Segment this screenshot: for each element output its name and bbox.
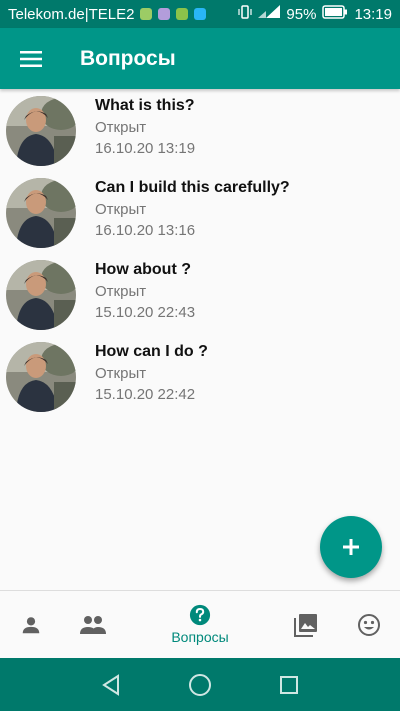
carrier-text: Telekom.de|TELE2 bbox=[8, 5, 135, 23]
menu-button[interactable] bbox=[0, 28, 62, 89]
question-title: How can I do ? bbox=[95, 343, 208, 360]
question-title: What is this? bbox=[95, 97, 195, 114]
recents-square-icon bbox=[280, 676, 298, 694]
question-title: How about ? bbox=[95, 261, 191, 278]
list-item[interactable]: Can I build this carefully? Открыт 16.10… bbox=[0, 171, 400, 253]
nav-item-profile[interactable] bbox=[10, 591, 52, 658]
home-circle-icon bbox=[189, 674, 211, 696]
question-status: Открыт bbox=[95, 119, 147, 136]
question-title: Can I build this carefully? bbox=[95, 179, 290, 196]
avatar bbox=[6, 178, 76, 248]
back-triangle-icon bbox=[102, 674, 119, 696]
person-icon bbox=[22, 616, 40, 633]
add-question-button[interactable] bbox=[320, 516, 382, 578]
home-button[interactable] bbox=[187, 672, 213, 698]
status-bar: Telekom.de|TELE2 95% 13:19 bbox=[0, 0, 400, 28]
question-date: 16.10.20 13:16 bbox=[95, 222, 196, 239]
notification-gallery-icon bbox=[158, 8, 171, 20]
hamburger-menu-icon bbox=[20, 50, 42, 67]
smiley-icon bbox=[358, 613, 380, 636]
question-status: Открыт bbox=[95, 201, 147, 218]
avatar bbox=[6, 260, 76, 330]
nav-item-gallery[interactable] bbox=[285, 591, 327, 658]
notification-app-icon bbox=[176, 8, 189, 20]
back-button[interactable] bbox=[98, 672, 124, 698]
list-item[interactable]: How about ? Открыт 15.10.20 22:43 bbox=[0, 253, 400, 335]
signal-icon bbox=[258, 5, 281, 23]
nav-item-contacts[interactable] bbox=[72, 591, 114, 658]
nav-item-questions[interactable]: Вопросы bbox=[150, 591, 250, 658]
nav-label-questions: Вопросы bbox=[171, 629, 229, 645]
question-status: Открыт bbox=[95, 283, 147, 300]
question-status: Открыт bbox=[95, 365, 147, 382]
avatar bbox=[6, 96, 76, 166]
question-icon bbox=[189, 604, 211, 626]
bluetooth-icon bbox=[194, 8, 207, 20]
question-date: 15.10.20 22:43 bbox=[95, 304, 196, 321]
system-navigation-bar bbox=[0, 658, 400, 711]
photo-library-icon bbox=[294, 613, 317, 637]
people-icon bbox=[80, 615, 106, 634]
list-item[interactable]: What is this? Открыт 16.10.20 13:19 bbox=[0, 89, 400, 171]
avatar bbox=[6, 342, 76, 412]
recents-button[interactable] bbox=[276, 672, 302, 698]
clock: 13:19 bbox=[354, 5, 392, 23]
battery-icon bbox=[322, 5, 348, 23]
question-list: What is this? Открыт 16.10.20 13:19 Can … bbox=[0, 89, 400, 417]
list-item[interactable]: How can I do ? Открыт 15.10.20 22:42 bbox=[0, 335, 400, 417]
vibrate-icon bbox=[238, 5, 253, 23]
question-date: 15.10.20 22:42 bbox=[95, 386, 196, 403]
app-bar: Вопросы bbox=[0, 28, 400, 89]
bottom-navigation: Вопросы bbox=[0, 590, 400, 658]
page-title: Вопросы bbox=[80, 46, 176, 70]
battery-percent: 95% bbox=[286, 5, 317, 23]
nav-item-emoji[interactable] bbox=[348, 591, 390, 658]
plus-icon bbox=[343, 539, 359, 555]
notification-app-icon bbox=[140, 8, 153, 20]
question-date: 16.10.20 13:19 bbox=[95, 140, 196, 157]
